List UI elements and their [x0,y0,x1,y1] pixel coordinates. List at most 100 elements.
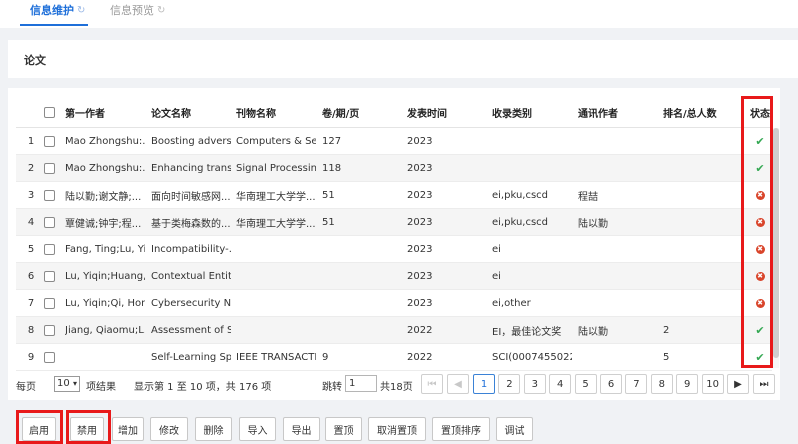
select-all-checkbox[interactable] [42,98,56,127]
export-button[interactable]: 导出 [283,417,320,441]
chevron-down-icon: ▾ [72,379,77,388]
cell-index-category: EI，最佳论文奖 [492,326,562,338]
cell-volume: 51 [322,216,335,228]
page-button[interactable]: 1 [473,374,495,394]
cell-rank [663,182,743,208]
per-page-select[interactable]: 10 ▾ [54,376,80,392]
cell-volume: 51 [322,189,335,201]
cell-title: Assessment of S... [151,324,231,336]
page-button[interactable]: 4 [549,374,572,394]
tab-bar: 信息维护 ↻ 信息预览 ↻ [0,0,798,28]
page-button[interactable]: 8 [650,374,673,394]
cell-journal: 华南理工大学学... [236,218,316,230]
table-row[interactable]: 5 Fang, Ting;Lu, Yi... Incompatibility-...… [16,236,772,263]
col-header-publish-time[interactable]: 发表时间 [407,98,487,127]
cell-journal [236,263,316,289]
cell-journal: IEEE TRANSACTI... [236,351,316,363]
cell-volume [322,290,402,316]
scrollbar-thumb[interactable] [773,128,779,358]
row-checkbox[interactable] [42,182,56,208]
disable-button-highlight [66,410,111,444]
cell-journal: Computers & Se... [236,135,316,147]
cell-corresponding-author: 程喆 [578,191,598,203]
row-index: 4 [27,216,35,228]
col-header-index-category[interactable]: 收录类别 [492,98,572,127]
page-button[interactable]: 10 [701,374,724,394]
last-page-icon[interactable]: ⏭ [753,374,775,394]
cell-rank: 2 [663,324,670,336]
unpin-button[interactable]: 取消置顶 [368,417,426,441]
refresh-icon[interactable]: ↻ [77,2,85,20]
cell-title: Incompatibility-... [151,243,231,255]
status-column-highlight [741,96,773,368]
table-row[interactable]: 2 Mao Zhongshu:... Enhancing trans... Signa… [16,155,772,182]
cell-title: Boosting advers... [151,135,231,147]
table-row[interactable]: 7 Lu, Yiqin;Qi, Hon... Cybersecurity N... 2… [16,290,772,317]
table-row[interactable]: 6 Lu, Yiqin;Huang,... Contextual Entit... 2… [16,263,772,290]
cell-publish-time: 2023 [407,162,433,174]
per-page-label: 每页 [16,382,36,393]
page-button[interactable]: 3 [523,374,546,394]
col-header-rank[interactable]: 排名/总人数 [663,98,743,127]
cell-corresponding-author [578,236,658,262]
row-index: 7 [27,297,35,309]
cell-title: Contextual Entit... [151,270,231,282]
cell-publish-time: 2022 [407,324,433,336]
col-header-journal[interactable]: 刊物名称 [236,98,316,127]
cell-publish-time: 2023 [407,270,433,282]
cell-corresponding-author [578,290,658,316]
cell-index-category [492,155,572,181]
page-button[interactable]: 6 [600,374,622,394]
page-button[interactable]: 9 [676,374,699,394]
next-page-icon[interactable]: ▶ [727,374,749,394]
row-index: 6 [27,270,35,282]
tab-info-preview[interactable]: 信息预览 ↻ [108,2,168,26]
cell-corresponding-author [578,263,658,289]
row-checkbox[interactable] [42,236,56,262]
jump-page-input[interactable]: 1 [345,375,377,392]
page-button[interactable]: 5 [574,374,597,394]
cell-volume [322,236,402,262]
table-row[interactable]: 4 覃健诚;钟宇;程... 基于类梅森数的... 华南理工大学学... 51 2023 ei… [16,209,772,236]
edit-button[interactable]: 修改 [150,417,188,441]
cell-first-author: 覃健诚;钟宇;程... [65,218,142,230]
col-header-volume[interactable]: 卷/期/页 [322,98,402,127]
add-button[interactable]: 增加 [112,417,144,441]
cell-volume: 118 [322,162,342,174]
delete-button[interactable]: 删除 [195,417,232,441]
first-page-icon[interactable]: ⏮ [421,374,443,394]
page-button[interactable]: 2 [498,374,521,394]
row-checkbox[interactable] [42,155,56,181]
table-row[interactable]: 8 Jiang, Qiaomu;L... Assessment of S... 202… [16,317,772,344]
row-checkbox[interactable] [42,317,56,343]
refresh-icon[interactable]: ↻ [157,2,165,20]
col-header-corresponding-author[interactable]: 通讯作者 [578,98,658,127]
page-button[interactable]: 7 [625,374,648,394]
import-button[interactable]: 导入 [239,417,276,441]
table-row[interactable]: 3 陆以勤;谢文静;... 面向时间敏感网... 华南理工大学学... 51 2023 ei… [16,182,772,209]
cell-publish-time: 2023 [407,189,433,201]
row-checkbox[interactable] [42,263,56,289]
table-row[interactable]: 9 Self-Learning Sp... IEEE TRANSACTI... 9 20… [16,344,772,371]
prev-page-icon[interactable]: ◀ [447,374,469,394]
row-checkbox[interactable] [42,290,56,316]
row-checkbox[interactable] [42,128,56,154]
cell-first-author [65,344,145,370]
cell-corresponding-author: 陆以勤 [578,326,608,338]
col-header-first-author[interactable]: 第一作者 [65,98,145,127]
cell-rank [663,128,743,154]
col-header-title[interactable]: 论文名称 [151,98,231,127]
tab-label: 信息维护 [30,4,74,17]
cell-index-category: ei,pku,cscd [492,189,549,201]
cell-rank [663,209,743,235]
debug-button[interactable]: 调试 [496,417,533,441]
cell-first-author: Mao Zhongshu:... [65,162,145,174]
pin-button[interactable]: 置顶 [325,417,362,441]
cell-title: Cybersecurity N... [151,297,231,309]
table-row[interactable]: 1 Mao Zhongshu:... Boosting advers... Compu… [16,128,772,155]
row-checkbox[interactable] [42,209,56,235]
cell-rank [663,263,743,289]
row-checkbox[interactable] [42,344,56,370]
tab-info-maintenance[interactable]: 信息维护 ↻ [20,2,88,26]
pin-order-button[interactable]: 置顶排序 [432,417,490,441]
